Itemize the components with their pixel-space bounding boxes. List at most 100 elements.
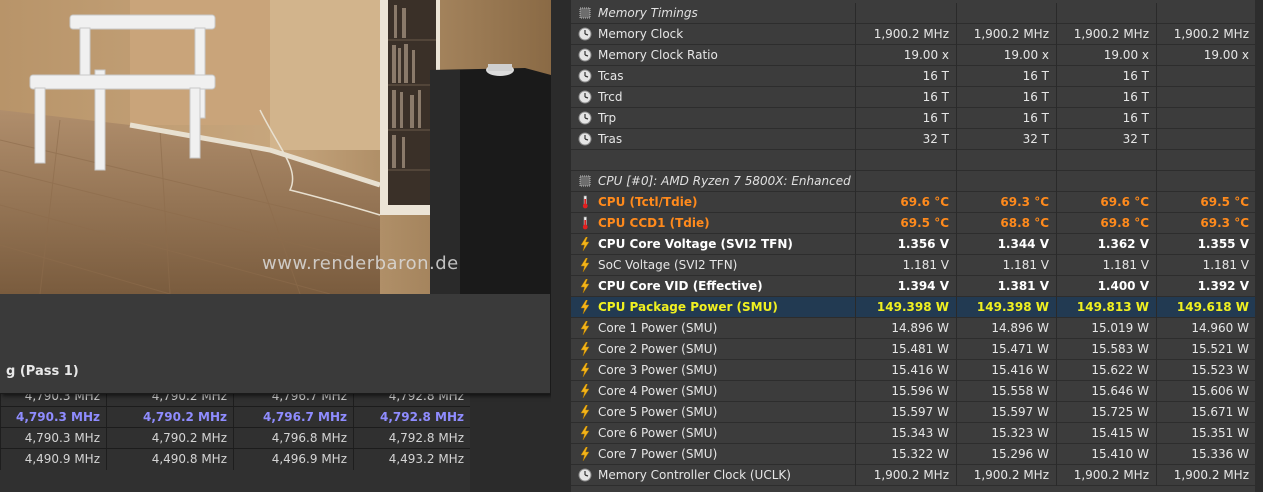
sensor-row[interactable]: Memory Clock 1,900.2 MHz 1,900.2 MHz 1,900.… [571,24,1263,45]
sensor-group-header[interactable]: Memory Timings [571,3,1263,24]
sensor-min-value: 15.558 W [956,381,1056,402]
sensor-name: Core 2 Power (SMU) [598,342,718,356]
sensor-min-value: 1.381 V [956,276,1056,297]
sensor-max-value: 1.400 V [1056,276,1156,297]
sensor-max-value [1056,171,1156,192]
sensor-min-value: 69.3 °C [956,192,1056,213]
sensor-current-value: 16 T [855,87,956,108]
clock-icon [578,90,592,104]
sensor-avg-value [1156,66,1256,87]
sensor-row[interactable]: SoC Voltage (SVI2 TFN) 1.181 V 1.181 V 1.18… [571,255,1263,276]
sensor-current-value [855,171,956,192]
sensor-row[interactable]: Core 2 Power (SMU) 15.481 W 15.471 W 15.583… [571,339,1263,360]
clock-icon [578,27,592,41]
sensor-row[interactable]: Memory Clock Ratio 19.00 x 19.00 x 19.00 x1… [571,45,1263,66]
cpu-clock-table: 4,790.3 MHz 4,790.2 MHz 4,796.7 MHz 4,792.8… [0,384,470,492]
sensor-row[interactable]: Core 7 Power (SMU) 15.322 W 15.296 W 15.410… [571,444,1263,465]
sensor-row[interactable]: Trp 16 T 16 T 16 T [571,108,1263,129]
render-watermark: www.renderbaron.de [262,253,459,274]
clock-icon [578,48,592,62]
sensor-row[interactable]: CPU (Tctl/Tdie) 69.6 °C 69.3 °C 69.6 °C 69.5… [571,192,1263,213]
sensor-max-value: 1.362 V [1056,234,1156,255]
clock-icon [578,468,592,482]
sensor-max-value: 32 T [1056,129,1156,150]
sensor-name: Memory Timings [598,6,698,20]
thermometer-icon [582,216,588,230]
clock-icon [578,111,592,125]
sensor-name: CPU Package Power (SMU) [598,300,778,314]
sensor-current-value: 16 T [855,108,956,129]
clock-value: 4,493.2 MHz [353,449,470,470]
sensor-panel[interactable]: Memory Timings Memory Clock 1,900.2 MHz 1,9… [571,0,1263,492]
clock-icon [578,132,592,146]
sensor-avg-value: 19.00 x [1156,45,1256,66]
sensor-current-value: 15.416 W [855,360,956,381]
sensor-current-value: 1.394 V [855,276,956,297]
bolt-icon [580,258,590,272]
sensor-row[interactable]: CPU Core VID (Effective) 1.394 V 1.381 V 1.… [571,276,1263,297]
sensor-avg-value: 1.392 V [1156,276,1256,297]
sensor-name: SoC Voltage (SVI2 TFN) [598,258,738,272]
sensor-min-value: 15.471 W [956,339,1056,360]
panel-divider [551,0,571,492]
sensor-row[interactable]: Core 5 Power (SMU) 15.597 W 15.597 W 15.725… [571,402,1263,423]
sensor-min-value: 15.296 W [956,444,1056,465]
clock-value: 4,790.2 MHz [106,407,233,428]
clock-icon [578,69,592,83]
sensor-current-value: 32 T [855,129,956,150]
sensor-row[interactable]: CPU Core Voltage (SVI2 TFN) 1.356 V 1.344 … [571,234,1263,255]
sensor-row[interactable]: Core 3 Power (SMU) 15.416 W 15.416 W 15.622… [571,360,1263,381]
sensor-current-value: 69.5 °C [855,213,956,234]
sensor-row[interactable]: Tcas 16 T 16 T 16 T [571,66,1263,87]
sensor-name: Memory Controller Clock (UCLK) [598,468,791,482]
sensor-name: Core 6 Power (SMU) [598,426,718,440]
sensor-current-value: 15.597 W [855,402,956,423]
sensor-avg-value: 69.5 °C [1156,192,1256,213]
clock-value: 4,790.3 MHz [0,407,106,428]
sensor-current-value: 1,900.2 MHz [855,24,956,45]
sensor-row[interactable]: Trcd 16 T 16 T 16 T [571,87,1263,108]
clock-row[interactable]: 4,790.3 MHz 4,790.2 MHz 4,796.8 MHz 4,792.8… [0,427,470,449]
sensor-name: Core 1 Power (SMU) [598,321,718,335]
sensor-min-value: 68.8 °C [956,213,1056,234]
sensor-row[interactable]: Core 1 Power (SMU) 14.896 W 14.896 W 15.019… [571,318,1263,339]
sensor-avg-value [1156,150,1256,171]
sensor-min-value [956,150,1056,171]
sensor-row[interactable]: CPU Package Power (SMU) 149.398 W 149.398 … [571,297,1263,318]
sensor-name: CPU [#0]: AMD Ryzen 7 5800X: Enhanced [598,174,851,188]
sensor-row[interactable]: Tras 32 T 32 T 32 T [571,129,1263,150]
sensor-min-value: 1,900.2 MHz [956,24,1056,45]
sensor-avg-value: 1.355 V [1156,234,1256,255]
render-image [0,0,551,294]
scrollbar[interactable] [1255,0,1263,492]
sensor-max-value: 16 T [1056,87,1156,108]
sensor-row[interactable]: CPU CCD1 (Tdie) 69.5 °C 68.8 °C 69.8 °C 69.3… [571,213,1263,234]
sensor-name: CPU CCD1 (Tdie) [598,216,710,230]
sensor-row[interactable]: Memory Controller Clock (UCLK) 1,900.2 MH… [571,465,1263,486]
sensor-max-value: 69.6 °C [1056,192,1156,213]
render-window[interactable]: www.renderbaron.de g (Pass 1) [0,0,551,394]
sensor-row[interactable]: Core 6 Power (SMU) 15.343 W 15.323 W 15.415… [571,423,1263,444]
bolt-icon [580,384,590,398]
sensor-current-value [855,3,956,24]
sensor-avg-value: 15.336 W [1156,444,1256,465]
sensor-max-value: 1,900.2 MHz [1056,465,1156,486]
clock-row[interactable]: 4,790.3 MHz 4,790.2 MHz 4,796.7 MHz 4,792.8… [0,406,470,428]
clock-value: 4,490.8 MHz [106,449,233,470]
clock-value: 4,796.8 MHz [233,428,353,449]
sensor-name: Tcas [598,69,624,83]
clock-row[interactable]: 4,490.9 MHz 4,490.8 MHz 4,496.9 MHz 4,493.2… [0,448,470,470]
sensor-max-value: 1.181 V [1056,255,1156,276]
sensor-min-value: 1.181 V [956,255,1056,276]
sensor-current-value [855,150,956,171]
sensor-min-value: 15.597 W [956,402,1056,423]
sensor-min-value: 15.323 W [956,423,1056,444]
sensor-row[interactable]: Core 4 Power (SMU) 15.596 W 15.558 W 15.646… [571,381,1263,402]
sensor-name: Core 5 Power (SMU) [598,405,718,419]
sensor-group-header[interactable]: CPU [#0]: AMD Ryzen 7 5800X: Enhanced [571,171,1263,192]
sensor-max-value: 15.410 W [1056,444,1156,465]
sensor-min-value: 1,900.2 MHz [956,465,1056,486]
sensor-name: Memory Clock [598,27,684,41]
sensor-avg-value: 149.618 W [1156,297,1256,318]
screen-root: 4,790.3 MHz 4,790.2 MHz 4,796.7 MHz 4,792.8… [0,0,1263,492]
